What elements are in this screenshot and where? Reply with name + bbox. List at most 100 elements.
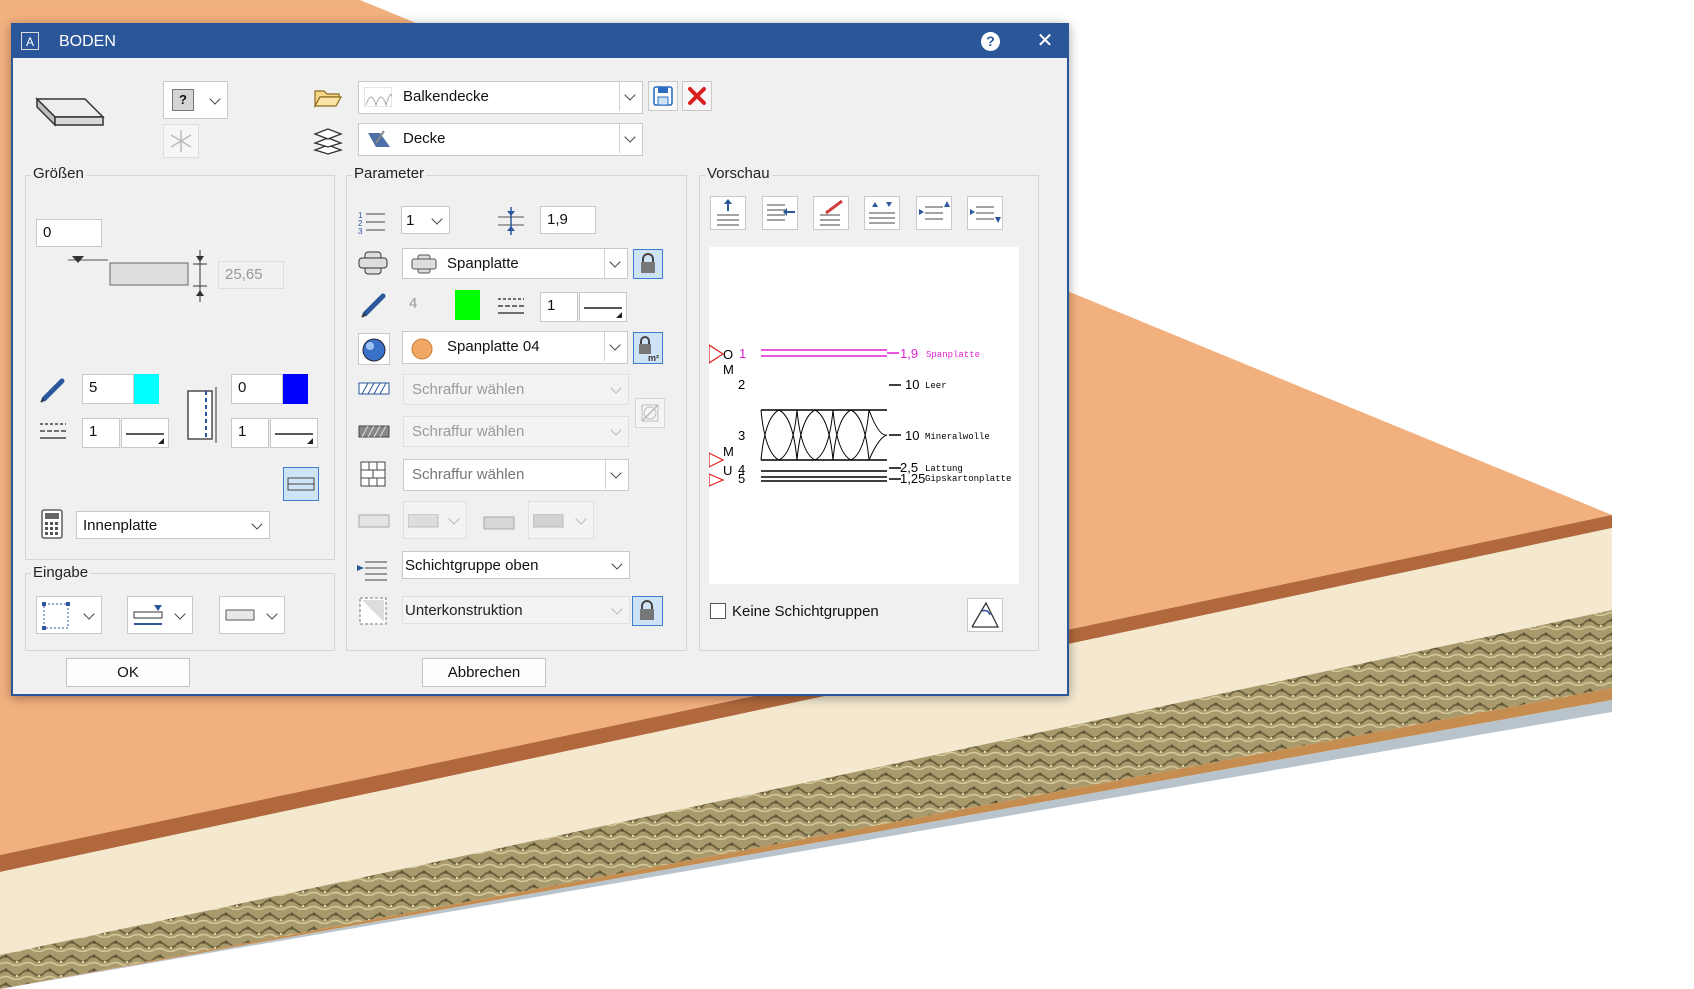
no-layer-groups-label: Keine Schichtgruppen [732,603,879,620]
material-icon [358,251,388,275]
preview-tool-insert-button[interactable] [762,196,798,230]
hatch-icon [364,87,392,107]
help-button[interactable]: ? [981,32,1000,51]
fill-sample-icon [408,514,439,528]
ok-button[interactable]: OK [66,658,190,687]
chevron-down-icon [604,249,627,278]
folder-open-icon[interactable] [313,87,343,109]
freeze-button[interactable] [163,124,199,158]
layer-pen-input: 4 [409,295,418,312]
layer-top-arrow-icon [717,199,739,226]
surface-combo[interactable]: Spanplatte 04 [402,331,628,364]
cancel-button[interactable]: Abbrechen [422,658,546,687]
layer-thickness-input[interactable]: 1,9 [540,206,596,234]
layer-insert-icon [767,204,795,221]
layer-view-toggle[interactable] [283,467,319,501]
wall-side-icon [187,387,217,443]
pen-icon [361,293,386,318]
marker-m-arrow [709,452,725,468]
substructure-lock-button[interactable] [632,596,663,626]
element-type-value: Innenplatte [83,517,158,534]
preview-tool-delete-button[interactable] [813,196,849,230]
pen-color-swatch[interactable] [134,374,159,404]
material-combo[interactable]: Spanplatte [402,248,628,279]
linetype-input[interactable]: 1 [82,418,120,448]
line-sample-icon [584,307,622,318]
surface-button[interactable] [358,333,390,365]
layer-group-icon [357,561,387,581]
layer-pen-color-swatch[interactable] [455,290,480,320]
app-icon: A [21,32,39,50]
layer-group-combo[interactable]: Schichtgruppe oben [402,551,630,579]
layer-group-value: Schichtgruppe oben [405,557,539,574]
chevron-down-icon [607,596,629,625]
layer-3-name: Mineralwolle [925,432,990,442]
angle-icon [971,601,1000,628]
slab-toggle-icon [287,477,315,491]
question-icon: ? [172,89,194,111]
hatch-pattern-icon [358,382,390,395]
hatch3-combo[interactable]: Schraffur wählen [403,459,629,491]
substructure-value: Unterkonstruktion [405,602,523,619]
fill-gray-icon [483,516,515,530]
substructure-combo[interactable]: Unterkonstruktion [402,596,630,624]
input-mode-line-dropdown[interactable] [219,596,285,634]
linetype-picker[interactable] [121,418,169,448]
line-sample-icon [275,433,313,444]
layer-2-value: 10 [905,377,919,392]
layer-move-up-icon [919,201,950,220]
layer-linetype-picker[interactable] [579,292,627,322]
pen-input[interactable]: 5 [82,374,134,404]
boden-dialog: A BODEN ? ✕ ? Balkendecke Decke Größen 0… [11,23,1069,696]
layer-pen-icon [368,130,390,147]
right-linetype-picker[interactable] [270,418,318,448]
save-button[interactable] [648,81,678,111]
fill-style-dropdown[interactable] [403,501,467,539]
fill-light-icon [358,514,390,528]
surface-lock-button[interactable]: m² [633,332,663,364]
hatch1-combo[interactable]: Schraffur wählen [403,374,629,405]
calculator-icon [41,509,63,539]
hatch-dense-icon [358,425,390,438]
right-pen-input[interactable]: 0 [231,374,283,404]
thickness-value: 25,65 [218,261,284,289]
layer-preview-canvas: O M M U 1 1,9 Spanplatte 2 10 Leer 3 10 … [709,247,1019,584]
preview-tool-top-button[interactable] [710,196,746,230]
layer-5-index: 5 [738,471,745,486]
chevron-down-icon [605,460,628,489]
layer-combo[interactable]: Decke [358,123,643,156]
element-type-combo[interactable]: Innenplatte [76,511,270,539]
close-button[interactable]: ✕ [1033,29,1057,53]
lock-icon [641,253,655,273]
delete-button[interactable] [682,81,712,111]
fill-color-dropdown[interactable] [528,501,594,539]
hatch2-combo[interactable]: Schraffur wählen [403,416,629,447]
layer-value: Decke [403,130,446,147]
layer-number-combo[interactable]: 1 [401,206,450,234]
preview-tool-move-up-button[interactable] [916,196,952,230]
hatch-clear-button[interactable] [635,398,665,428]
no-layer-groups-checkbox[interactable] [710,603,726,619]
profile-combo[interactable]: Balkendecke [358,81,643,114]
material-lock-button[interactable] [633,249,663,279]
svg-text:3: 3 [358,227,363,235]
layer-3-index: 3 [738,428,745,443]
vorschau-title: Vorschau [705,165,772,182]
layer-thickness-icon [498,207,524,235]
input-mode-rect-dropdown[interactable] [36,596,102,634]
groessen-title: Größen [31,165,86,182]
preview-settings-button[interactable] [967,598,1003,632]
input-mode-height-dropdown[interactable] [127,596,193,634]
chevron-down-icon [247,511,269,540]
substructure-icon [359,597,387,625]
right-pen-color-swatch[interactable] [283,374,308,404]
marker-o-arrow [709,344,725,364]
offset-input[interactable]: 0 [36,219,102,247]
layer-5-name: Gipskartonplatte [925,474,1011,484]
preview-tool-move-down-button[interactable] [967,196,1003,230]
preview-tool-split-button[interactable] [864,196,900,230]
rectangle-points-icon [42,602,70,630]
right-linetype-input[interactable]: 1 [231,418,269,448]
layer-linetype-input[interactable]: 1 [540,292,578,322]
help-dropdown[interactable]: ? [163,81,228,119]
